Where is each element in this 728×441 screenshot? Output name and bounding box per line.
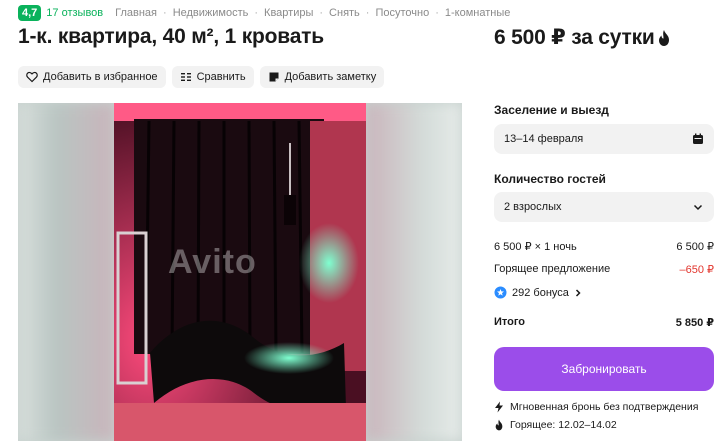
breadcrumb-separator: · [319, 7, 324, 19]
bonus-text: 292 бонуса [512, 286, 569, 299]
listing-meta: 4,7 17 отзывов Главная · Недвижимость · … [18, 5, 510, 21]
bonus-icon [494, 286, 507, 299]
photo-blur-left [18, 103, 114, 441]
bonus-link[interactable]: 292 бонуса [494, 286, 583, 299]
breadcrumb-item-one-room[interactable]: 1-комнатные [445, 7, 510, 19]
total-row: Итого 5 850 ₽ [494, 316, 714, 329]
lightning-icon [495, 401, 503, 413]
heart-icon [26, 71, 38, 83]
breadcrumb-item-daily[interactable]: Посуточно [375, 7, 429, 19]
total-label: Итого [494, 316, 526, 328]
breadcrumb-item-apartments[interactable]: Квартиры [264, 7, 313, 19]
fire-icon [495, 419, 503, 431]
line-item-label: 6 500 ₽ × 1 ночь [494, 241, 577, 253]
breadcrumb-item-rent[interactable]: Снять [329, 7, 360, 19]
breadcrumb-item-realty[interactable]: Недвижимость [173, 7, 249, 19]
instant-booking-note: Мгновенная бронь без подтверждения [494, 401, 698, 413]
listing-photo[interactable]: Avito [18, 103, 462, 441]
breadcrumb: Главная · Недвижимость · Квартиры · Снят… [115, 7, 510, 19]
add-to-favorites-button[interactable]: Добавить в избранное [18, 66, 166, 88]
hot-deal-row: Горящее предложение –650 ₽ [494, 263, 714, 276]
page-title: 1-к. квартира, 40 м², 1 кровать [18, 25, 324, 48]
checkin-label: Заселение и выезд [494, 103, 609, 117]
breadcrumb-item-home[interactable]: Главная [115, 7, 157, 19]
total-value: 5 850 ₽ [675, 317, 714, 329]
breadcrumb-separator: · [254, 7, 259, 19]
dates-value: 13–14 февраля [504, 133, 584, 145]
price-per-day: 6 500 ₽ за сутки [494, 25, 671, 50]
breadcrumb-separator: · [365, 7, 370, 19]
hot-deal-label: Горящее предложение [494, 263, 611, 275]
add-note-label: Добавить заметку [284, 71, 377, 83]
compare-icon [180, 73, 191, 81]
compare-button[interactable]: Сравнить [171, 66, 254, 88]
compare-label: Сравнить [196, 71, 246, 83]
calendar-icon [693, 133, 703, 144]
chevron-down-icon [693, 204, 703, 211]
chevron-right-icon [575, 288, 581, 297]
line-item-value: 6 500 ₽ [676, 241, 714, 253]
rating-badge: 4,7 [18, 5, 42, 21]
price-breakdown-row: 6 500 ₽ × 1 ночь 6 500 ₽ [494, 240, 714, 253]
hot-dates-text: Горящее: 12.02–14.02 [510, 419, 617, 431]
breadcrumb-separator: · [163, 7, 167, 19]
breadcrumb-separator: · [435, 7, 439, 19]
add-to-favorites-label: Добавить в избранное [43, 71, 158, 83]
hot-deal-value: –650 ₽ [679, 264, 714, 276]
photo-watermark: Avito [168, 243, 257, 281]
hot-dates-note: Горящее: 12.02–14.02 [494, 419, 617, 431]
fire-icon [658, 29, 669, 46]
dates-field[interactable]: 13–14 февраля [494, 124, 714, 154]
add-note-button[interactable]: Добавить заметку [259, 66, 385, 88]
note-icon [269, 72, 279, 82]
price-text: 6 500 ₽ за сутки [494, 26, 655, 49]
listing-actions: Добавить в избранное Сравнить Добавить з… [18, 66, 385, 88]
guests-label: Количество гостей [494, 172, 606, 186]
guests-select[interactable]: 2 взрослых [494, 192, 714, 222]
guests-value: 2 взрослых [504, 201, 562, 213]
instant-booking-text: Мгновенная бронь без подтверждения [510, 401, 699, 413]
reviews-link[interactable]: 17 отзывов [46, 7, 103, 19]
book-button[interactable]: Забронировать [494, 347, 714, 391]
photo-blur-right [366, 103, 462, 441]
